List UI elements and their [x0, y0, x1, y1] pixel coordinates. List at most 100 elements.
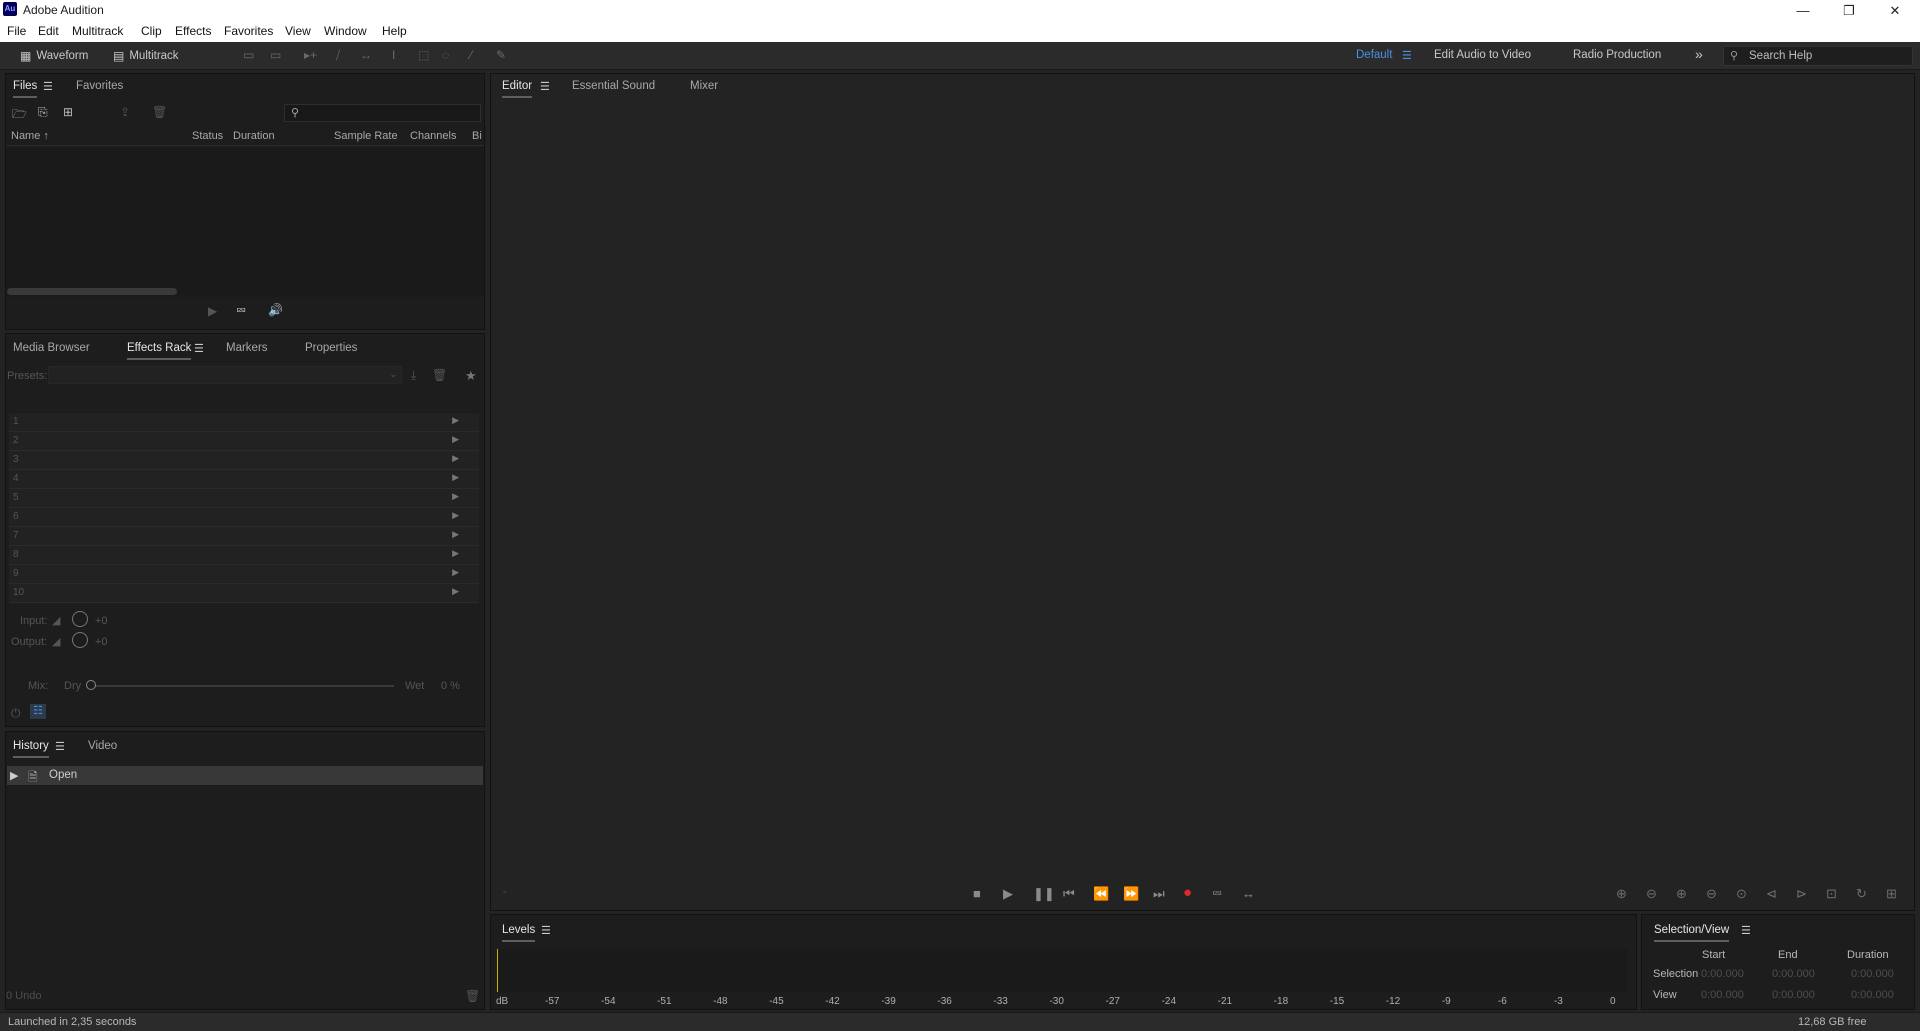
rack-slot[interactable]: 7 ▶	[9, 527, 479, 546]
slot-arrow-icon[interactable]: ▶	[452, 529, 459, 540]
open-file-icon[interactable]: 🗁	[12, 105, 27, 126]
time-selection-tool-icon[interactable]: I	[392, 48, 395, 62]
input-gain-knob[interactable]	[72, 611, 88, 627]
tab-editor[interactable]: Editor	[502, 80, 533, 98]
waveform-view-button[interactable]: ▦ Waveform	[20, 47, 88, 65]
loop-preview-icon[interactable]: ⮹	[236, 303, 246, 319]
tab-media-browser[interactable]: Media Browser	[13, 342, 90, 354]
levels-menu-icon[interactable]: ☰	[541, 924, 551, 937]
editor-panel-menu-icon[interactable]: ☰	[540, 80, 550, 93]
files-panel-menu-icon[interactable]: ☰	[43, 80, 53, 93]
delete-preset-icon[interactable]: 🗑	[432, 368, 447, 382]
play-icon[interactable]: ▶	[1003, 886, 1013, 902]
mix-slider-track[interactable]	[90, 685, 394, 687]
menu-favorites[interactable]: Favorites	[224, 24, 273, 38]
next-icon[interactable]: ⏭	[1153, 886, 1165, 902]
history-panel-menu-icon[interactable]: ☰	[55, 740, 65, 753]
skip-selection-icon[interactable]: ↔	[1242, 886, 1255, 901]
lasso-tool-icon[interactable]: ◌	[442, 48, 449, 62]
slot-arrow-icon[interactable]: ▶	[452, 491, 459, 502]
selection-duration[interactable]: 0:00.000	[1851, 968, 1894, 980]
rack-slot[interactable]: 3 ▶	[9, 451, 479, 470]
mix-slider-handle[interactable]	[86, 680, 96, 690]
zoom-in-amplitude-icon[interactable]: ⊕	[1616, 886, 1627, 902]
output-gain-knob[interactable]	[72, 632, 88, 648]
menu-multitrack[interactable]: Multitrack	[72, 24, 123, 38]
view-end[interactable]: 0:00.000	[1772, 989, 1815, 1001]
menu-file[interactable]: File	[7, 24, 26, 38]
tab-files[interactable]: Files	[13, 80, 38, 98]
zoom-selection-icon[interactable]: ⊡	[1826, 886, 1837, 902]
rack-slot[interactable]: 2 ▶	[9, 432, 479, 451]
zoom-out-amplitude-icon[interactable]: ⊖	[1646, 886, 1657, 902]
effects-rack-menu-icon[interactable]: ☰	[194, 342, 204, 355]
delete-history-icon[interactable]: 🗑	[465, 989, 480, 1003]
insert-into-multitrack-icon[interactable]: ⇪	[120, 105, 130, 119]
new-file-icon[interactable]: ⊞	[63, 105, 73, 119]
delete-file-icon[interactable]: 🗑	[152, 105, 167, 119]
favorite-star-icon[interactable]: ★	[465, 368, 477, 384]
slot-arrow-icon[interactable]: ▶	[452, 434, 459, 445]
tab-favorites[interactable]: Favorites	[76, 80, 123, 92]
workspace-radio-production[interactable]: Radio Production	[1573, 49, 1661, 61]
play-icon[interactable]: ▶	[10, 769, 18, 782]
column-sample-rate[interactable]: Sample Rate	[334, 130, 398, 142]
more-workspaces-icon[interactable]: »	[1695, 46, 1703, 62]
waveform-area[interactable]	[491, 100, 1914, 880]
column-name[interactable]: Name ↑	[11, 130, 49, 142]
spectral-frequency-icon[interactable]: ▭	[243, 48, 254, 62]
menu-view[interactable]: View	[285, 24, 311, 38]
rack-slot[interactable]: 4 ▶	[9, 470, 479, 489]
save-preset-icon[interactable]: ⤓	[411, 368, 416, 383]
history-item[interactable]: ▶ 🗎 Open	[7, 766, 483, 785]
previous-icon[interactable]: ⏮	[1063, 886, 1075, 902]
search-help-field[interactable]: ⚲ Search Help	[1723, 46, 1913, 66]
column-bit-depth[interactable]: Bi	[472, 130, 482, 142]
slot-arrow-icon[interactable]: ▶	[452, 586, 459, 597]
rack-slot[interactable]: 1 ▶	[9, 413, 479, 432]
selection-end[interactable]: 0:00.000	[1772, 968, 1815, 980]
brush-tool-icon[interactable]: ⁄	[470, 48, 472, 62]
rack-slot[interactable]: 8 ▶	[9, 546, 479, 565]
files-search-input[interactable]: ⚲	[284, 104, 481, 122]
restore-button[interactable]: ❐	[1826, 0, 1872, 21]
razor-tool-icon[interactable]: ⧸	[336, 48, 340, 63]
slip-tool-icon[interactable]: ↔	[360, 48, 372, 62]
tab-essential-sound[interactable]: Essential Sound	[572, 80, 655, 92]
presets-dropdown[interactable]: ⌄	[48, 366, 402, 384]
loop-playback-icon[interactable]: ⮹	[1212, 886, 1222, 902]
autoplay-speaker-icon[interactable]: 🔊	[268, 303, 283, 317]
column-channels[interactable]: Channels	[410, 130, 456, 142]
menu-window[interactable]: Window	[324, 24, 367, 38]
zoom-in-left-icon[interactable]: ⊲	[1766, 886, 1777, 902]
zoom-reset-icon[interactable]: ↻	[1856, 886, 1867, 902]
zoom-full-icon[interactable]: ⊙	[1736, 886, 1747, 902]
slot-arrow-icon[interactable]: ▶	[452, 548, 459, 559]
column-duration[interactable]: Duration	[233, 130, 275, 142]
tab-effects-rack[interactable]: Effects Rack	[127, 342, 192, 360]
selection-start[interactable]: 0:00.000	[1701, 968, 1744, 980]
tab-mixer[interactable]: Mixer	[690, 80, 718, 92]
menu-clip[interactable]: Clip	[141, 24, 162, 38]
rack-slot[interactable]: 5 ▶	[9, 489, 479, 508]
menu-edit[interactable]: Edit	[38, 24, 59, 38]
rack-slot[interactable]: 10 ▶	[9, 584, 479, 603]
zoom-in-time-icon[interactable]: ⊕	[1676, 886, 1687, 902]
tab-markers[interactable]: Markers	[226, 342, 268, 354]
rack-slot[interactable]: 6 ▶	[9, 508, 479, 527]
slot-arrow-icon[interactable]: ▶	[452, 510, 459, 521]
import-file-icon[interactable]: ⎘	[38, 105, 48, 120]
slot-arrow-icon[interactable]: ▶	[452, 567, 459, 578]
rack-list-icon[interactable]: ☷	[30, 704, 46, 719]
power-icon[interactable]: ⏻	[11, 706, 21, 721]
files-horizontal-scrollbar[interactable]	[7, 288, 177, 295]
fast-forward-icon[interactable]: ⏩	[1123, 886, 1139, 902]
zoom-in-right-icon[interactable]: ⊳	[1796, 886, 1807, 902]
workspace-menu-icon[interactable]: ☰	[1402, 49, 1412, 62]
tab-properties[interactable]: Properties	[305, 342, 357, 354]
menu-help[interactable]: Help	[382, 24, 407, 38]
view-duration[interactable]: 0:00.000	[1851, 989, 1894, 1001]
close-button[interactable]: ✕	[1872, 0, 1918, 21]
slot-arrow-icon[interactable]: ▶	[452, 415, 459, 426]
files-list[interactable]	[6, 147, 484, 297]
